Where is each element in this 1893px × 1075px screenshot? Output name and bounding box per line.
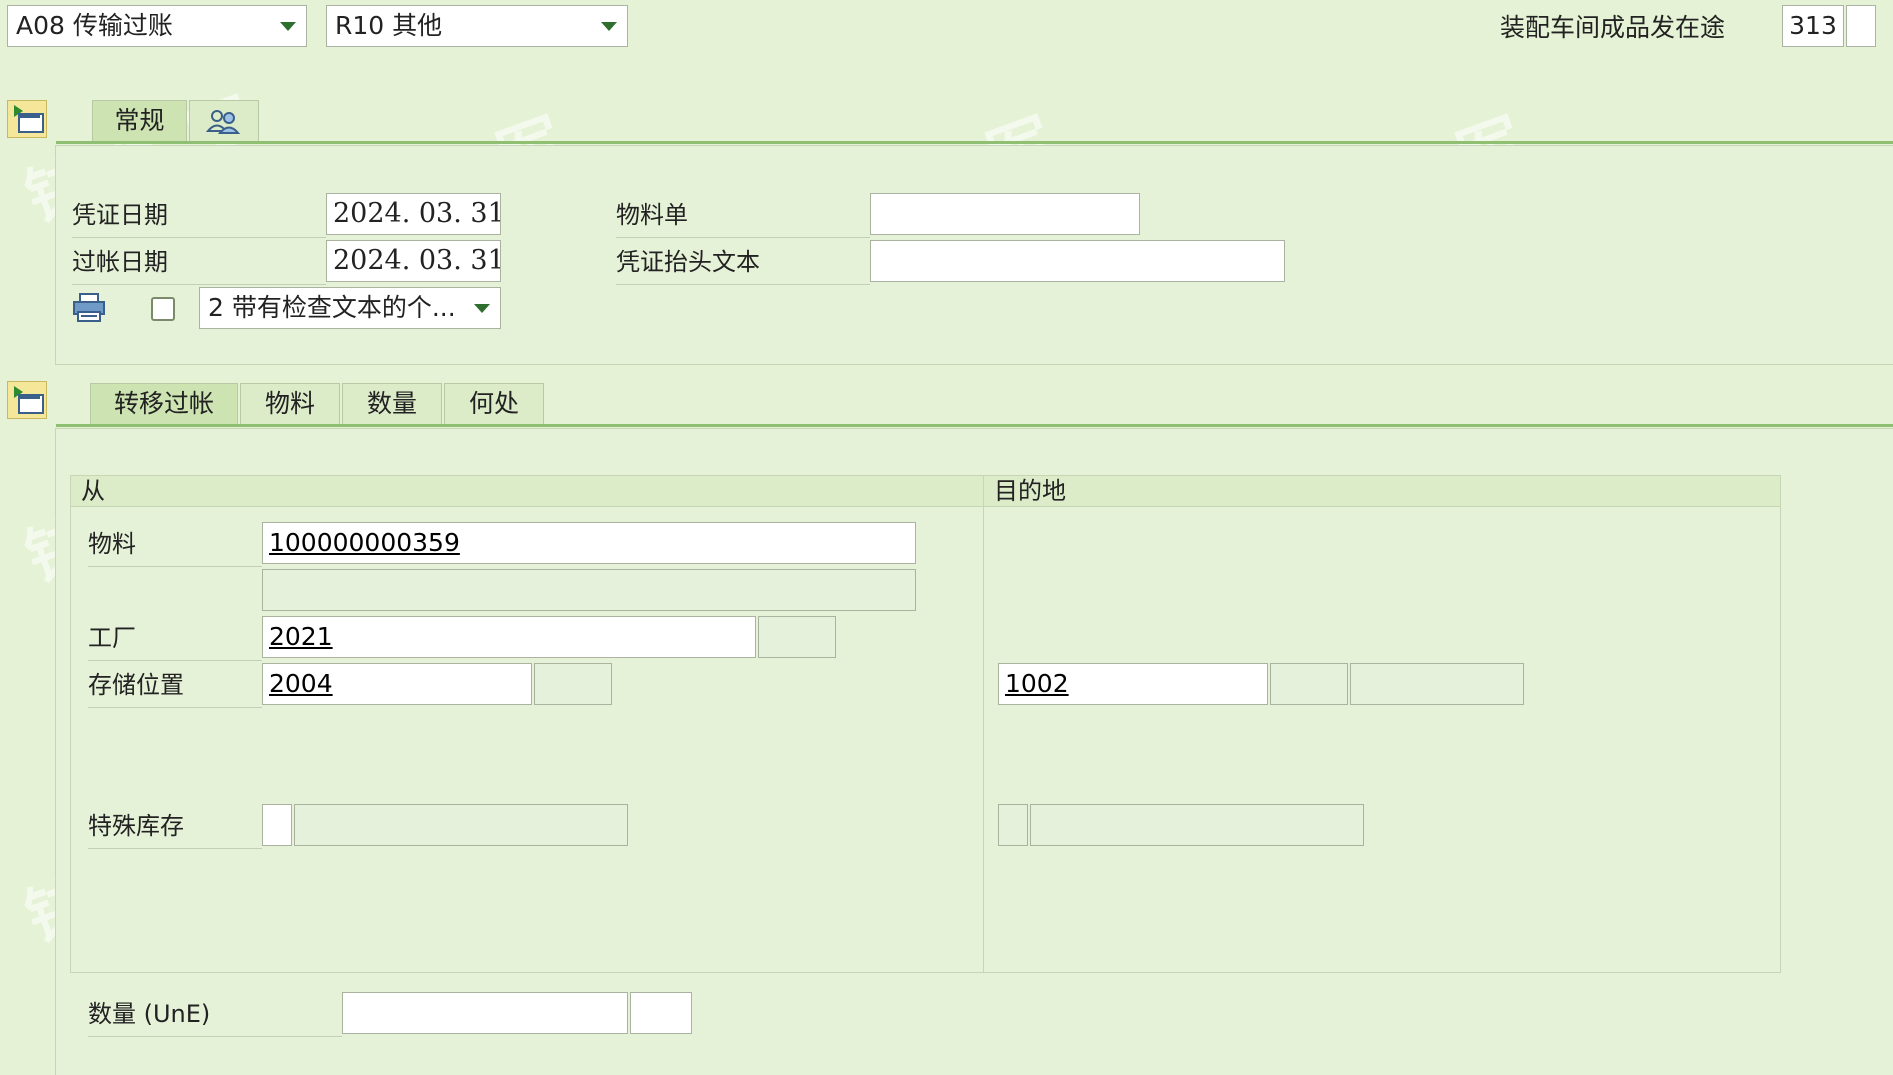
material-description-field bbox=[262, 569, 916, 611]
sloc-to-value: 1002 bbox=[1005, 669, 1069, 698]
expand-header-button[interactable] bbox=[7, 100, 47, 138]
sloc-to-description-field bbox=[1350, 663, 1524, 705]
special-stock-to-description-field bbox=[1030, 804, 1364, 846]
tab-where-label: 何处 bbox=[468, 389, 519, 418]
qty-label: 数量 (UnE) bbox=[88, 992, 342, 1037]
special-stock-label: 特殊库存 bbox=[88, 804, 262, 849]
print-option-value: 2 带有检查文本的个... bbox=[208, 293, 456, 322]
people-icon bbox=[205, 110, 241, 134]
from-group-label: 从 bbox=[71, 476, 983, 507]
printer-icon[interactable] bbox=[72, 292, 106, 324]
tab-material-label: 物料 bbox=[264, 389, 315, 418]
tab-partners[interactable] bbox=[189, 100, 259, 142]
special-stock-description-field bbox=[294, 804, 628, 846]
movement-type-value: A08 传输过账 bbox=[16, 11, 173, 40]
chevron-down-icon bbox=[601, 22, 617, 31]
tab-material[interactable]: 物料 bbox=[240, 383, 340, 425]
to-group-label: 目的地 bbox=[984, 476, 1780, 507]
special-stock-to-indicator-field bbox=[998, 804, 1028, 846]
chevron-down-icon bbox=[280, 22, 296, 31]
qty-field[interactable] bbox=[342, 992, 628, 1034]
tab-transfer-posting-label: 转移过帐 bbox=[113, 389, 214, 418]
sloc-from-field[interactable]: 2004 bbox=[262, 663, 532, 705]
plant-description-field bbox=[758, 616, 836, 658]
sloc-from-description-field bbox=[534, 663, 612, 705]
tab-divider bbox=[56, 424, 1893, 427]
sloc-label: 存储位置 bbox=[88, 663, 262, 708]
special-stock-indicator-field[interactable] bbox=[262, 804, 292, 846]
plant-field[interactable]: 2021 bbox=[262, 616, 756, 658]
sloc-to-field[interactable]: 1002 bbox=[998, 663, 1268, 705]
tab-quantity[interactable]: 数量 bbox=[342, 383, 442, 425]
doc-date-label: 凭证日期 bbox=[72, 193, 326, 238]
header-text-field[interactable] bbox=[870, 240, 1285, 282]
reason-dropdown[interactable]: R10 其他 bbox=[326, 5, 628, 47]
header-text-label: 凭证抬头文本 bbox=[616, 240, 870, 285]
tab-divider bbox=[56, 141, 1893, 144]
reason-value: R10 其他 bbox=[335, 11, 443, 40]
movement-type-dropdown[interactable]: A08 传输过账 bbox=[7, 5, 307, 47]
bill-of-lading-field[interactable] bbox=[870, 193, 1140, 235]
sloc-to-extra-field bbox=[1270, 663, 1348, 705]
to-group: 目的地 bbox=[983, 475, 1781, 973]
doc-date-field[interactable]: 2024. 03. 31 bbox=[326, 193, 501, 235]
print-option-dropdown[interactable]: 2 带有检查文本的个... bbox=[199, 287, 501, 329]
print-checkbox[interactable] bbox=[151, 297, 175, 321]
plant-label: 工厂 bbox=[88, 616, 262, 661]
tab-where[interactable]: 何处 bbox=[444, 383, 544, 425]
movement-code-field[interactable]: 313 bbox=[1782, 5, 1844, 47]
post-date-field[interactable]: 2024. 03. 31 bbox=[326, 240, 501, 282]
tab-general-label: 常规 bbox=[114, 106, 165, 135]
plant-value: 2021 bbox=[269, 622, 333, 651]
unit-field[interactable] bbox=[630, 992, 692, 1034]
tab-general[interactable]: 常规 bbox=[92, 100, 187, 142]
bill-of-lading-label: 物料单 bbox=[616, 193, 870, 238]
movement-code-extra-field[interactable] bbox=[1846, 5, 1876, 47]
chevron-down-icon bbox=[474, 304, 490, 313]
tab-transfer-posting[interactable]: 转移过帐 bbox=[90, 383, 238, 425]
tab-quantity-label: 数量 bbox=[366, 389, 417, 418]
post-date-label: 过帐日期 bbox=[72, 240, 326, 285]
expand-item-button[interactable] bbox=[7, 381, 47, 419]
material-value: 100000000359 bbox=[269, 528, 460, 557]
material-label: 物料 bbox=[88, 522, 262, 567]
sloc-from-value: 2004 bbox=[269, 669, 333, 698]
material-field[interactable]: 100000000359 bbox=[262, 522, 916, 564]
movement-description: 装配车间成品发在途 bbox=[1500, 13, 1726, 42]
